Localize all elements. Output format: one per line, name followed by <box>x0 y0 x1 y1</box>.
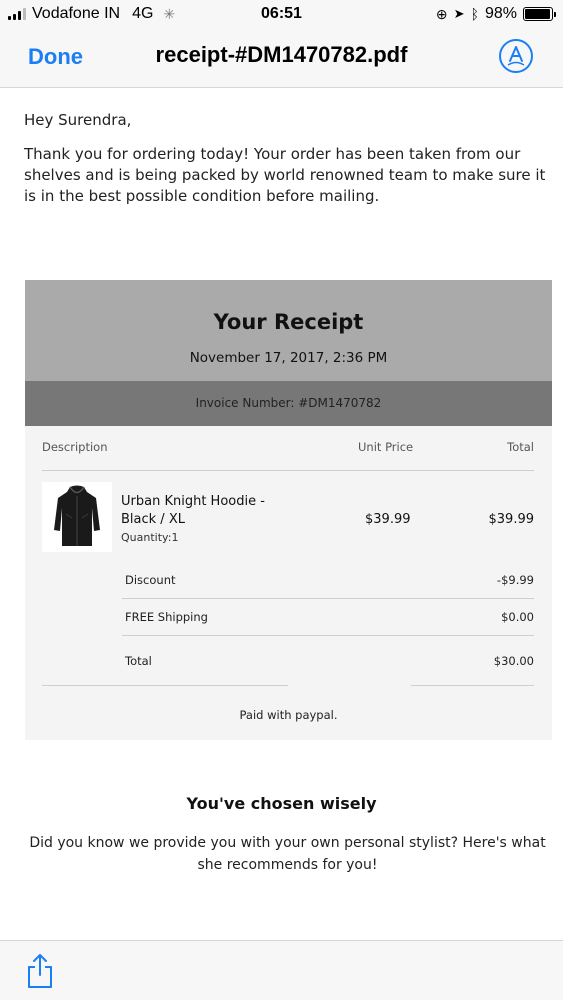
product-total: $39.99 <box>488 512 535 527</box>
invoice-number: Invoice Number: #DM1470782 <box>25 381 552 426</box>
battery-level <box>525 9 551 19</box>
product-quantity: Quantity:1 <box>121 531 179 544</box>
intro-paragraph: Thank you for ordering today! Your order… <box>24 145 546 205</box>
receipt-body: Description Unit Price Total Urban Knigh… <box>25 426 552 740</box>
status-right: ⊕ ➤ ᛒ 98% <box>435 5 556 23</box>
receipt-card: Your Receipt November 17, 2017, 2:36 PM … <box>25 280 552 740</box>
section-heading: You've chosen wisely <box>186 794 377 813</box>
product-unit-price: $39.99 <box>365 512 411 527</box>
stylist-paragraph: Did you know we provide you with your ow… <box>29 835 546 873</box>
receipt-title: Your Receipt <box>213 310 364 334</box>
total-value: $30.00 <box>493 654 534 668</box>
bluetooth-icon: ᛒ <box>470 6 479 22</box>
bottom-toolbar <box>0 940 563 1000</box>
divider <box>122 635 534 636</box>
greeting-text: Hey Surendra, <box>24 111 132 129</box>
divider <box>122 598 534 599</box>
divider <box>411 685 534 686</box>
shipping-value: $0.00 <box>501 610 534 624</box>
status-bar: Vodafone IN 4G ✳ 06:51 ⊕ ➤ ᛒ 98% <box>0 0 563 30</box>
markup-pen-icon <box>507 46 525 66</box>
shipping-label: FREE Shipping <box>125 610 208 624</box>
markup-button[interactable] <box>499 39 533 73</box>
hoodie-image <box>54 485 100 546</box>
receipt-date: November 17, 2017, 2:36 PM <box>189 350 388 366</box>
product-image <box>42 482 112 552</box>
discount-value: -$9.99 <box>496 573 534 587</box>
header-unit-price: Unit Price <box>358 440 414 454</box>
nav-bar: Done receipt-#DM1470782.pdf <box>0 30 563 88</box>
header-description: Description <box>42 440 108 454</box>
rotation-lock-icon: ⊕ <box>435 5 448 22</box>
pdf-document[interactable]: Hey Surendra, Thank you for ordering tod… <box>0 89 563 939</box>
share-icon <box>28 954 52 988</box>
receipt-header: Your Receipt November 17, 2017, 2:36 PM <box>25 280 552 381</box>
payment-method: Paid with paypal. <box>239 708 338 722</box>
divider <box>42 685 288 686</box>
total-label: Total <box>125 654 152 668</box>
share-button[interactable] <box>26 953 54 989</box>
document-title: receipt-#DM1470782.pdf <box>155 42 408 67</box>
product-name: Urban Knight Hoodie - Black / XL <box>121 494 265 527</box>
divider <box>42 470 534 471</box>
header-total: Total <box>507 440 534 454</box>
battery-percent: 98% <box>484 5 517 22</box>
battery-icon <box>523 7 556 21</box>
location-arrow-icon: ➤ <box>453 6 465 21</box>
discount-label: Discount <box>125 573 176 587</box>
